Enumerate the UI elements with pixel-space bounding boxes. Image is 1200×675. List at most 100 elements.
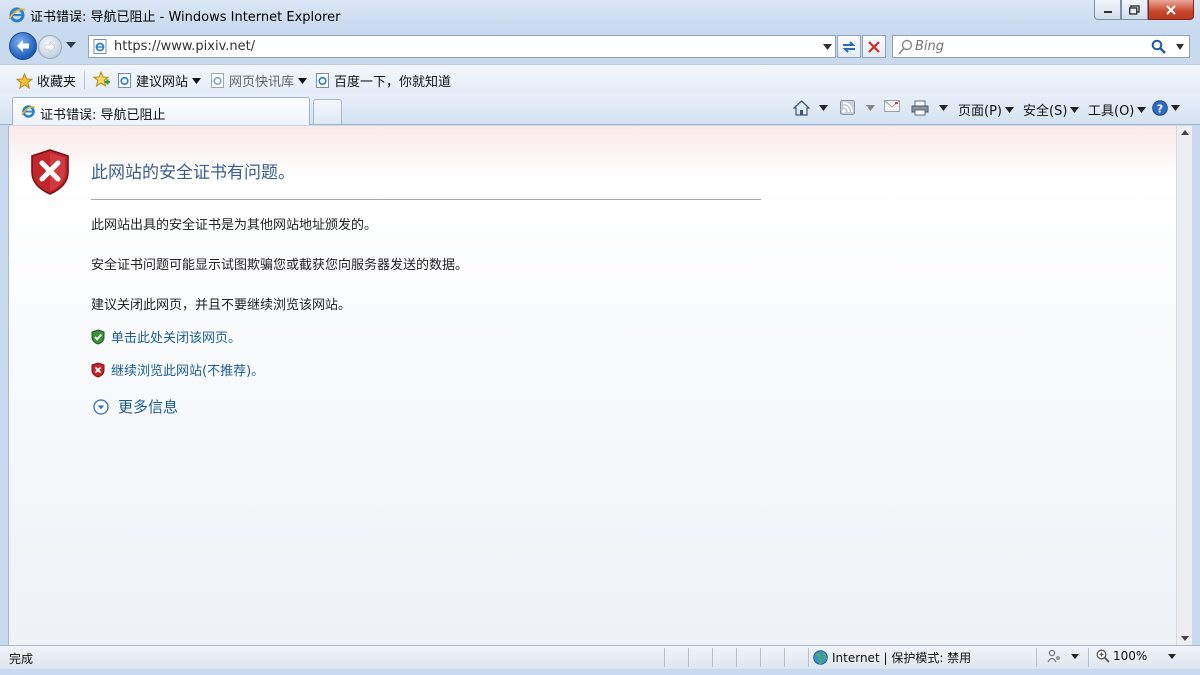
svg-text:?: ?	[1157, 102, 1163, 115]
close-page-row: 单击此处关闭该网页。	[91, 327, 241, 346]
chevron-down-icon	[939, 105, 948, 111]
status-bar: 完成 Internet | 保护模式: 禁用 100%	[0, 645, 1200, 669]
forward-button[interactable]	[38, 35, 62, 59]
help-icon: ?	[1152, 100, 1168, 116]
expand-circle-icon	[93, 398, 109, 415]
fav-label: 百度一下，你就知道	[334, 75, 452, 90]
status-divider	[1088, 648, 1089, 667]
security-zone[interactable]: Internet | 保护模式: 禁用	[813, 649, 971, 666]
safety-menu-label: 安全(S)	[1023, 104, 1068, 119]
add-favorite-icon	[93, 71, 110, 87]
minimize-icon	[1103, 10, 1112, 13]
url-text[interactable]: https://www.pixiv.net/	[114, 39, 255, 54]
chevron-down-icon	[866, 104, 875, 111]
more-information-label: 更多信息	[118, 398, 179, 416]
scroll-down-icon[interactable]	[1181, 636, 1189, 641]
chevron-down-icon	[192, 77, 202, 84]
search-icon[interactable]	[1151, 39, 1167, 55]
chevron-down-icon	[1004, 106, 1014, 113]
status-text: 完成	[9, 652, 34, 666]
security-zone-label: Internet | 保护模式: 禁用	[832, 651, 972, 665]
red-shield-icon	[91, 361, 105, 378]
back-button[interactable]	[9, 32, 37, 60]
tools-menu-label: 工具(O)	[1088, 104, 1135, 119]
status-divider	[1036, 648, 1037, 667]
maximize-button[interactable]	[1121, 0, 1148, 20]
green-shield-icon	[91, 328, 105, 345]
window-frame-right	[1192, 126, 1200, 645]
tab-certificate-error[interactable]: 证书错误: 导航已阻止	[12, 97, 310, 125]
rss-feed-icon	[840, 100, 855, 115]
ie-page-icon	[211, 73, 224, 88]
fav-item-suggested-sites[interactable]: 建议网站	[118, 71, 202, 90]
globe-icon	[813, 650, 828, 665]
error-explanation: 安全证书问题可能显示试图欺骗您或截获您向服务器发送的数据。	[91, 258, 469, 273]
error-description: 此网站出具的安全证书是为其他网站地址颁发的。	[91, 218, 378, 233]
vertical-scrollbar[interactable]	[1176, 126, 1192, 645]
more-information-toggle[interactable]: 更多信息	[93, 396, 178, 417]
error-shield-icon	[31, 149, 69, 195]
chevron-down-icon	[1171, 105, 1180, 111]
chevron-down-icon	[819, 105, 828, 111]
refresh-icon	[842, 40, 856, 53]
chevron-down-icon	[298, 77, 308, 84]
chevron-down-icon	[1071, 653, 1079, 659]
feeds-button[interactable]	[840, 100, 875, 115]
title-bar: 证书错误: 导航已阻止 - Windows Internet Explorer	[0, 0, 1200, 30]
home-icon	[793, 100, 810, 116]
status-divider	[664, 648, 665, 667]
restore-icon	[1129, 4, 1140, 15]
search-options-dropdown-icon[interactable]	[1176, 44, 1184, 50]
ie-page-icon	[118, 73, 131, 88]
continue-to-website-link[interactable]: 继续浏览此网站(不推荐)。	[111, 360, 264, 379]
tools-menu-button[interactable]: 工具(O)	[1088, 100, 1147, 119]
chevron-down-icon	[1168, 653, 1177, 659]
favorites-button[interactable]: 收藏夹	[16, 71, 76, 90]
address-bar[interactable]: https://www.pixiv.net/	[88, 35, 836, 58]
fav-label: 网页快讯库	[229, 75, 295, 90]
scroll-up-icon[interactable]	[1181, 130, 1189, 135]
window-frame-bottom	[0, 669, 1200, 675]
page-menu-button[interactable]: 页面(P)	[958, 100, 1014, 119]
tab-label: 证书错误: 导航已阻止	[40, 108, 166, 123]
stop-icon	[868, 40, 880, 53]
stop-button[interactable]	[862, 35, 886, 58]
zoom-level-label: 100%	[1113, 649, 1148, 663]
new-tab-button[interactable]	[313, 99, 342, 124]
close-page-link[interactable]: 单击此处关闭该网页。	[111, 327, 241, 346]
chevron-down-icon	[1070, 106, 1080, 113]
window-title: 证书错误: 导航已阻止 - Windows Internet Explorer	[30, 10, 341, 25]
address-dropdown-icon[interactable]	[823, 44, 832, 50]
ie-page-icon	[316, 73, 329, 88]
read-mail-button[interactable]	[884, 100, 900, 113]
printer-icon	[911, 100, 929, 116]
divider	[84, 71, 85, 89]
favorites-bar: 收藏夹 建议网站 网页快讯库 百度一下，你就知道	[0, 64, 1200, 94]
safety-menu-button[interactable]: 安全(S)	[1023, 100, 1080, 119]
mail-icon	[884, 100, 900, 112]
fav-label: 建议网站	[136, 75, 189, 90]
home-button[interactable]	[793, 100, 828, 116]
window-controls	[1094, 0, 1194, 20]
print-button[interactable]	[911, 100, 948, 116]
search-box[interactable]	[892, 35, 1190, 58]
help-button[interactable]: ?	[1152, 100, 1180, 116]
close-window-button[interactable]	[1148, 0, 1194, 20]
continue-row: 继续浏览此网站(不推荐)。	[91, 360, 264, 379]
ie-logo-icon	[8, 7, 26, 23]
search-input[interactable]	[915, 38, 1145, 55]
fav-item-web-slice-gallery[interactable]: 网页快讯库	[211, 71, 308, 90]
zoom-level-button[interactable]: 100%	[1096, 649, 1177, 663]
add-to-favorites-bar-button[interactable]	[93, 71, 111, 87]
fav-item-baidu[interactable]: 百度一下，你就知道	[316, 71, 451, 90]
change-zoom-settings[interactable]	[1046, 649, 1079, 663]
favorites-star-icon	[16, 72, 33, 89]
close-icon	[1166, 4, 1176, 15]
recent-pages-dropdown-icon[interactable]	[66, 42, 76, 48]
favorites-label: 收藏夹	[37, 75, 77, 90]
back-arrow-icon	[17, 40, 29, 52]
error-recommendation: 建议关闭此网页，并且不要继续浏览该网站。	[91, 298, 352, 313]
page-menu-label: 页面(P)	[958, 104, 1002, 119]
minimize-button[interactable]	[1094, 0, 1121, 20]
refresh-button[interactable]	[837, 35, 861, 58]
